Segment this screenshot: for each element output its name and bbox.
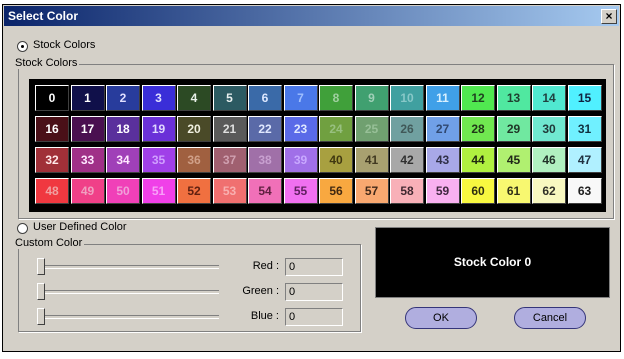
stock-color-swatch[interactable]: 35 — [141, 147, 176, 173]
ok-button[interactable]: OK — [405, 307, 477, 329]
stock-color-swatch[interactable]: 37 — [212, 147, 247, 173]
stock-color-swatch[interactable]: 23 — [283, 116, 318, 142]
stock-color-swatch[interactable]: 18 — [106, 116, 140, 142]
stock-color-swatch[interactable]: 42 — [390, 147, 424, 173]
stock-color-swatch[interactable]: 40 — [319, 147, 353, 173]
blue-label: Blue : — [250, 310, 279, 322]
cancel-button[interactable]: Cancel — [514, 307, 586, 329]
red-slider-thumb[interactable] — [37, 258, 45, 275]
stock-color-swatch[interactable]: 45 — [496, 147, 531, 173]
stock-colors-radio[interactable] — [17, 41, 28, 52]
stock-color-swatch[interactable]: 12 — [461, 85, 495, 111]
stock-color-swatch[interactable]: 11 — [425, 85, 460, 111]
stock-color-swatch[interactable]: 8 — [319, 85, 353, 111]
stock-color-swatch[interactable]: 7 — [283, 85, 318, 111]
stock-color-swatch[interactable]: 60 — [461, 178, 495, 204]
stock-color-swatch[interactable]: 41 — [354, 147, 389, 173]
stock-color-swatch[interactable]: 1 — [70, 85, 105, 111]
stock-color-swatch[interactable]: 32 — [35, 147, 69, 173]
stock-color-swatch[interactable]: 46 — [532, 147, 566, 173]
stock-color-swatch[interactable]: 3 — [141, 85, 176, 111]
stock-color-swatch[interactable]: 26 — [390, 116, 424, 142]
stock-color-swatch[interactable]: 6 — [248, 85, 282, 111]
stock-color-swatch[interactable]: 34 — [106, 147, 140, 173]
stock-color-swatch[interactable]: 14 — [532, 85, 566, 111]
stock-color-swatch[interactable]: 28 — [461, 116, 495, 142]
green-label: Green : — [242, 285, 279, 297]
stock-color-swatch[interactable]: 33 — [70, 147, 105, 173]
stock-color-swatch[interactable]: 44 — [461, 147, 495, 173]
stock-color-swatch[interactable]: 58 — [390, 178, 424, 204]
stock-color-swatch[interactable]: 30 — [532, 116, 566, 142]
color-preview: Stock Color 0 — [375, 227, 610, 298]
stock-color-swatch[interactable]: 29 — [496, 116, 531, 142]
title-bar[interactable]: Select Color × — [4, 6, 619, 26]
stock-color-swatch[interactable]: 48 — [35, 178, 69, 204]
stock-color-swatch[interactable]: 24 — [319, 116, 353, 142]
stock-color-swatch[interactable]: 51 — [141, 178, 176, 204]
stock-color-swatch[interactable]: 25 — [354, 116, 389, 142]
stock-color-swatch[interactable]: 59 — [425, 178, 460, 204]
stock-colors-group-label: Stock Colors — [13, 57, 80, 69]
stock-color-swatch[interactable]: 63 — [567, 178, 602, 204]
stock-color-swatch[interactable]: 61 — [496, 178, 531, 204]
stock-color-swatch[interactable]: 55 — [283, 178, 318, 204]
stock-color-swatch[interactable]: 16 — [35, 116, 69, 142]
blue-value-field[interactable]: 0 — [285, 308, 343, 326]
stock-color-swatch[interactable]: 20 — [177, 116, 211, 142]
stock-color-swatch[interactable]: 10 — [390, 85, 424, 111]
window-title: Select Color — [8, 9, 79, 23]
stock-color-swatch[interactable]: 22 — [248, 116, 282, 142]
close-icon[interactable]: × — [601, 9, 617, 24]
select-color-dialog: Select Color × Stock Colors Stock Colors… — [2, 4, 621, 352]
stock-color-swatch[interactable]: 53 — [212, 178, 247, 204]
stock-color-swatch[interactable]: 52 — [177, 178, 211, 204]
stock-color-swatch[interactable]: 2 — [106, 85, 140, 111]
blue-slider-thumb[interactable] — [37, 308, 45, 325]
user-defined-color-radio-label[interactable]: User Defined Color — [33, 221, 127, 233]
stock-color-swatch[interactable]: 43 — [425, 147, 460, 173]
stock-colors-radio-label[interactable]: Stock Colors — [33, 39, 95, 51]
stock-color-swatch[interactable]: 39 — [283, 147, 318, 173]
blue-slider-track[interactable] — [37, 315, 219, 319]
stock-color-swatch[interactable]: 27 — [425, 116, 460, 142]
stock-color-swatch[interactable]: 21 — [212, 116, 247, 142]
stock-color-swatch[interactable]: 4 — [177, 85, 211, 111]
stock-color-swatch[interactable]: 13 — [496, 85, 531, 111]
custom-color-group-label: Custom Color — [13, 237, 85, 249]
stock-color-swatch[interactable]: 57 — [354, 178, 389, 204]
red-label: Red : — [252, 260, 279, 272]
stock-color-swatch[interactable]: 56 — [319, 178, 353, 204]
stock-color-grid: 0 1 2 3 4 5 6 7 8 9 10 11 12 13 14 15 16 17 18 19 20 21 22 23 24… — [29, 79, 606, 212]
stock-color-swatch[interactable]: 49 — [70, 178, 105, 204]
color-preview-label: Stock Color 0 — [453, 255, 532, 269]
stock-color-swatch[interactable]: 38 — [248, 147, 282, 173]
stock-color-swatch[interactable]: 17 — [70, 116, 105, 142]
stock-color-swatch[interactable]: 9 — [354, 85, 389, 111]
green-value-field[interactable]: 0 — [285, 283, 343, 301]
stock-color-swatch[interactable]: 0 — [35, 85, 69, 111]
stock-color-swatch[interactable]: 36 — [177, 147, 211, 173]
green-slider-thumb[interactable] — [37, 283, 45, 300]
stock-color-swatch[interactable]: 62 — [532, 178, 566, 204]
stock-color-swatch[interactable]: 31 — [567, 116, 602, 142]
green-slider-track[interactable] — [37, 290, 219, 294]
stock-color-swatch[interactable]: 19 — [141, 116, 176, 142]
stock-color-swatch[interactable]: 54 — [248, 178, 282, 204]
red-slider-track[interactable] — [37, 265, 219, 269]
stock-color-swatch[interactable]: 15 — [567, 85, 602, 111]
stock-color-swatch[interactable]: 47 — [567, 147, 602, 173]
red-value-field[interactable]: 0 — [285, 258, 343, 276]
stock-color-swatch[interactable]: 50 — [106, 178, 140, 204]
stock-color-swatch[interactable]: 5 — [212, 85, 247, 111]
user-defined-color-radio[interactable] — [17, 223, 28, 234]
